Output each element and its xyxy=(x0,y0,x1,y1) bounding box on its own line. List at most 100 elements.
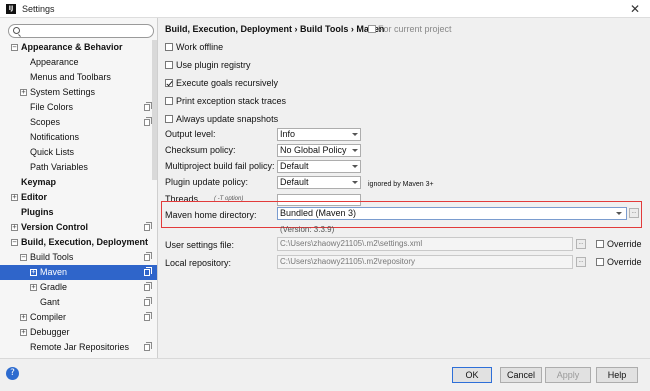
tree-item-label: System Settings xyxy=(30,87,96,97)
search-input[interactable] xyxy=(23,26,148,36)
collapse-icon[interactable]: − xyxy=(11,44,18,51)
checksum-policy-label: Checksum policy: xyxy=(165,145,236,155)
checkbox[interactable] xyxy=(165,43,173,51)
search-icon xyxy=(13,27,20,34)
tree-item-appearance-behavior[interactable]: − Appearance & Behavior xyxy=(0,40,157,55)
checkbox[interactable] xyxy=(165,61,173,69)
tree-item-label: Quick Lists xyxy=(30,147,75,157)
tree-item-version-control[interactable]: + Version Control xyxy=(0,220,157,235)
chevron-down-icon xyxy=(616,212,622,215)
collapse-icon[interactable]: − xyxy=(20,254,27,261)
plugin-update-policy-label: Plugin update policy: xyxy=(165,177,249,187)
tree-item-keymap[interactable]: Keymap xyxy=(0,175,157,190)
browse-settings-button[interactable]: ... xyxy=(576,239,586,249)
tree-item-menus-and-toolbars[interactable]: Menus and Toolbars xyxy=(0,70,157,85)
maven-home-select[interactable]: Bundled (Maven 3) xyxy=(277,207,627,220)
help-button[interactable]: Help xyxy=(596,367,638,383)
tree-item-system-settings[interactable]: + System Settings xyxy=(0,85,157,100)
project-scope-icon xyxy=(144,312,152,321)
tree-item-label: Editor xyxy=(21,192,47,202)
multiproject-policy-label: Multiproject build fail policy: xyxy=(165,161,275,171)
tree-item-maven[interactable]: + Maven xyxy=(0,265,157,280)
close-icon[interactable]: ✕ xyxy=(630,2,640,16)
apply-button[interactable]: Apply xyxy=(545,367,591,383)
tree-item-label: Scopes xyxy=(30,117,61,127)
expand-icon[interactable]: + xyxy=(20,314,27,321)
browse-repository-button[interactable]: ... xyxy=(576,257,586,267)
checksum-policy-select[interactable]: No Global Policy xyxy=(277,144,361,157)
collapse-icon[interactable]: − xyxy=(11,239,18,246)
project-icon xyxy=(368,25,376,33)
tree-item-label: Notifications xyxy=(30,132,80,142)
title-bar: IJ Settings ✕ xyxy=(0,0,650,18)
checkbox-label: Execute goals recursively xyxy=(176,78,279,88)
project-scope-icon xyxy=(144,117,152,126)
tree-item-editor[interactable]: + Editor xyxy=(0,190,157,205)
checkbox-label: Always update snapshots xyxy=(176,114,279,124)
expand-icon[interactable]: + xyxy=(11,194,18,201)
tree-item-label: Compiler xyxy=(30,312,67,322)
checkbox[interactable] xyxy=(165,115,173,123)
checkbox[interactable] xyxy=(165,97,173,105)
tree-item-label: Maven xyxy=(40,267,68,277)
tree-item-gradle[interactable]: + Gradle xyxy=(0,280,157,295)
tree-item-compiler[interactable]: + Compiler xyxy=(0,310,157,325)
user-settings-label: User settings file: xyxy=(165,240,235,250)
tree-item-notifications[interactable]: Notifications xyxy=(0,130,157,145)
tree-item-label: Remote Jar Repositories xyxy=(30,342,130,352)
tree-item-build-execution-deployment[interactable]: − Build, Execution, Deployment xyxy=(0,235,157,250)
dialog-button-bar: ? OK Cancel Apply Help xyxy=(0,358,650,391)
tree-item-scopes[interactable]: Scopes xyxy=(0,115,157,130)
chevron-down-icon xyxy=(352,149,358,152)
tree-item-label: Version Control xyxy=(21,222,89,232)
checkbox[interactable] xyxy=(165,79,173,87)
user-settings-field[interactable]: C:\Users\zhaowy21105\.m2\settings.xml xyxy=(277,237,573,251)
tree-item-label: Gradle xyxy=(40,282,68,292)
browse-maven-home-button[interactable]: ... xyxy=(629,208,639,218)
override-checkbox[interactable] xyxy=(596,240,604,248)
output-level-select[interactable]: Info xyxy=(277,128,361,141)
help-question-icon[interactable]: ? xyxy=(6,367,19,380)
settings-tree-panel: − Appearance & Behavior Appearance Menus an… xyxy=(0,18,158,358)
intellij-app-icon: IJ xyxy=(6,4,16,14)
tree-item-path-variables[interactable]: Path Variables xyxy=(0,160,157,175)
breadcrumb: Build, Execution, Deployment › Build Too… xyxy=(165,24,385,34)
expand-icon[interactable]: + xyxy=(11,224,18,231)
expand-icon[interactable]: + xyxy=(20,329,27,336)
chevron-down-icon xyxy=(352,133,358,136)
expand-icon[interactable]: + xyxy=(30,269,37,276)
tree-item-label: Plugins xyxy=(21,207,54,217)
override-checkbox[interactable] xyxy=(596,258,604,266)
project-scope-icon xyxy=(144,297,152,306)
tree-item-file-colors[interactable]: File Colors xyxy=(0,100,157,115)
tree-item-label: Keymap xyxy=(21,177,57,187)
ok-button[interactable]: OK xyxy=(452,367,492,383)
window-title: Settings xyxy=(22,4,55,14)
tree-item-label: Appearance xyxy=(30,57,79,67)
tree-item-label: Debugger xyxy=(30,327,70,337)
tree-item-quick-lists[interactable]: Quick Lists xyxy=(0,145,157,160)
expand-icon[interactable]: + xyxy=(20,89,27,96)
tree-item-build-tools[interactable]: − Build Tools xyxy=(0,250,157,265)
tree-item-label: Menus and Toolbars xyxy=(30,72,111,82)
for-current-project-label: For current project xyxy=(368,24,452,34)
tree-scrollbar[interactable] xyxy=(152,40,157,180)
tree-item-label: Build, Execution, Deployment xyxy=(21,237,149,247)
project-scope-icon xyxy=(144,282,152,291)
plugin-update-policy-select[interactable]: Default xyxy=(277,176,361,189)
local-repository-label: Local repository: xyxy=(165,258,232,268)
plugin-update-note: ignored by Maven 3+ xyxy=(368,181,434,188)
tree-item-debugger[interactable]: + Debugger xyxy=(0,325,157,340)
output-level-label: Output level: xyxy=(165,129,216,139)
settings-search[interactable] xyxy=(8,24,154,38)
chevron-down-icon xyxy=(352,181,358,184)
expand-icon[interactable]: + xyxy=(30,284,37,291)
tree-item-label: Gant xyxy=(40,297,60,307)
local-repository-field[interactable]: C:\Users\zhaowy21105\.m2\repository xyxy=(277,255,573,269)
tree-item-appearance[interactable]: Appearance xyxy=(0,55,157,70)
tree-item-plugins[interactable]: Plugins xyxy=(0,205,157,220)
cancel-button[interactable]: Cancel xyxy=(500,367,542,383)
tree-item-gant[interactable]: Gant xyxy=(0,295,157,310)
tree-item-remote-jar-repositories[interactable]: Remote Jar Repositories xyxy=(0,340,157,355)
multiproject-policy-select[interactable]: Default xyxy=(277,160,361,173)
